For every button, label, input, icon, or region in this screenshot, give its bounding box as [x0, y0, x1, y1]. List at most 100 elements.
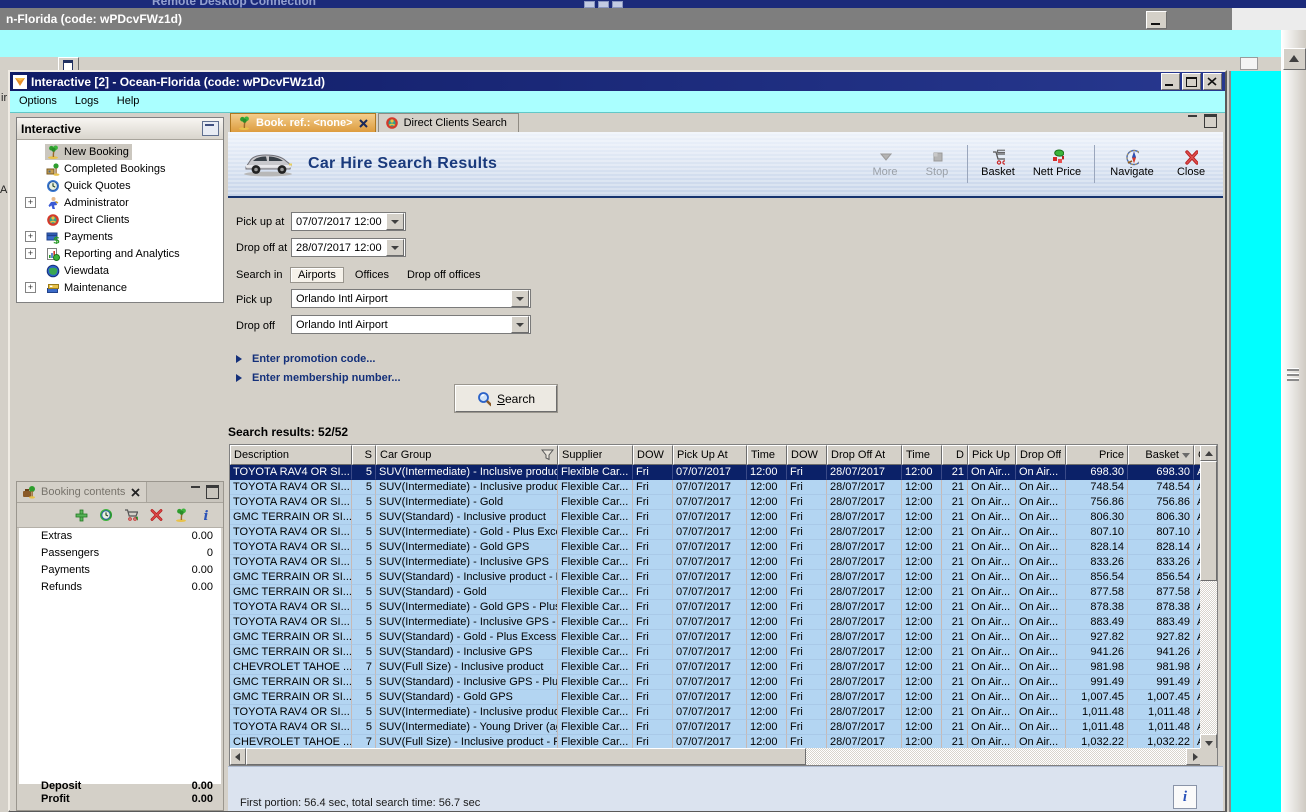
result-row[interactable]: GMC TERRAIN OR SI... 5 SUV(Standard) - Gol…	[230, 630, 1217, 645]
funnel-icon[interactable]	[540, 448, 554, 462]
close-panel-icon[interactable]	[130, 487, 141, 498]
expand-plus-icon[interactable]: +	[25, 231, 36, 242]
search-in-option-airports[interactable]: Airports	[290, 266, 344, 283]
chevron-down-icon[interactable]	[386, 213, 404, 230]
scroll-up-icon[interactable]	[1283, 48, 1306, 70]
sidebar-item-new-booking[interactable]: New Booking	[17, 143, 223, 160]
pickup-at-input[interactable]: 07/07/2017 12:00	[291, 212, 406, 231]
result-row[interactable]: TOYOTA RAV4 OR SI... 5 SUV(Intermediate) -…	[230, 720, 1217, 735]
search-button[interactable]: Search	[455, 385, 557, 412]
horizontal-scrollbar[interactable]	[230, 748, 1217, 765]
result-row[interactable]: GMC TERRAIN OR SI... 5 SUV(Standard) - Gol…	[230, 585, 1217, 600]
result-row[interactable]: TOYOTA RAV4 OR SI... 5 SUV(Intermediate) -…	[230, 615, 1217, 630]
tree-item-body[interactable]: $ Payments	[45, 229, 116, 245]
tree-item-body[interactable]: Quick Quotes	[45, 178, 134, 194]
outer-scrollbar[interactable]	[1281, 30, 1306, 812]
column-header-pick-up-at[interactable]: Pick Up At	[673, 445, 747, 465]
result-row[interactable]: TOYOTA RAV4 OR SI... 5 SUV(Intermediate) -…	[230, 705, 1217, 720]
column-header-pick-up[interactable]: Pick Up	[968, 445, 1016, 465]
result-row[interactable]: GMC TERRAIN OR SI... 5 SUV(Standard) - Inc…	[230, 510, 1217, 525]
palm-icon[interactable]	[174, 508, 188, 522]
booking-contents-tab[interactable]: Booking contents	[17, 482, 148, 502]
sidebar-item-payments[interactable]: + $ Payments	[17, 228, 223, 245]
panel-minimize-icon[interactable]	[190, 485, 202, 495]
booking-summary-row[interactable]: Refunds 0.00	[19, 579, 221, 596]
minimize-button[interactable]	[1161, 73, 1180, 90]
result-row[interactable]: TOYOTA RAV4 OR SI... 5 SUV(Intermediate) -…	[230, 555, 1217, 570]
sidebar-item-completed-bookings[interactable]: Completed Bookings	[17, 160, 223, 177]
add-icon[interactable]	[74, 508, 88, 522]
tab-book-ref-none[interactable]: Book. ref.: <none>	[230, 113, 376, 132]
quick-quote-icon[interactable]	[99, 508, 113, 522]
panel-maximize-icon[interactable]	[206, 485, 219, 499]
sidebar-item-reporting-and-analytics[interactable]: + Reporting and Analytics	[17, 245, 223, 262]
column-header-d[interactable]: D	[942, 445, 968, 465]
info-icon[interactable]: i	[199, 508, 213, 522]
column-header-s[interactable]: S	[352, 445, 376, 465]
result-row[interactable]: TOYOTA RAV4 OR SI... 5 SUV(Intermediate) -…	[230, 600, 1217, 615]
expand-plus-icon[interactable]: +	[25, 248, 36, 259]
basket-toolbar-button[interactable]: Basket	[972, 146, 1024, 182]
result-row[interactable]: TOYOTA RAV4 OR SI... 5 SUV(Intermediate) -…	[230, 465, 1217, 480]
promotion-code-expander[interactable]: Enter promotion code...	[236, 351, 375, 367]
collapse-panel-button[interactable]	[202, 121, 219, 136]
result-row[interactable]: CHEVROLET TAHOE ... 7 SUV(Full Size) - Inc…	[230, 660, 1217, 675]
column-header-basket[interactable]: Basket	[1128, 445, 1194, 465]
expand-plus-icon[interactable]: +	[25, 282, 36, 293]
sidebar-item-viewdata[interactable]: Viewdata	[17, 262, 223, 279]
navigate-toolbar-button[interactable]: Navigate	[1099, 146, 1165, 182]
background-minimize-button[interactable]	[1146, 11, 1167, 29]
close-toolbar-button[interactable]: Close	[1165, 146, 1217, 182]
column-header-drop-off-at[interactable]: Drop Off At	[827, 445, 902, 465]
column-header-time[interactable]: Time	[902, 445, 942, 465]
search-in-option-offices[interactable]: Offices	[348, 268, 396, 282]
expand-plus-icon[interactable]: +	[25, 197, 36, 208]
rdp-close-icon[interactable]	[612, 1, 623, 8]
sidebar-item-administrator[interactable]: + Administrator	[17, 194, 223, 211]
maximize-button[interactable]	[1182, 73, 1201, 90]
membership-number-expander[interactable]: Enter membership number...	[236, 370, 401, 386]
booking-summary-row[interactable]: Passengers 0	[19, 545, 221, 562]
column-header-dow[interactable]: DOW	[633, 445, 673, 465]
nett-price-toolbar-button[interactable]: Nett Price	[1024, 146, 1090, 182]
tree-item-body[interactable]: Maintenance	[45, 280, 130, 296]
tab-direct-clients-search[interactable]: Direct Clients Search	[377, 113, 519, 132]
rdp-minimize-icon[interactable]	[584, 1, 595, 8]
pickup-combo[interactable]: Orlando Intl Airport	[291, 289, 531, 308]
column-header-dow[interactable]: DOW	[787, 445, 827, 465]
tree-item-body[interactable]: Completed Bookings	[45, 161, 169, 177]
search-in-option-drop-off-offices[interactable]: Drop off offices	[400, 268, 488, 282]
column-header-time[interactable]: Time	[747, 445, 787, 465]
result-row[interactable]: TOYOTA RAV4 OR SI... 5 SUV(Intermediate) -…	[230, 480, 1217, 495]
info-button[interactable]: i	[1173, 785, 1197, 809]
result-row[interactable]: GMC TERRAIN OR SI... 5 SUV(Standard) - Inc…	[230, 675, 1217, 690]
result-row[interactable]: GMC TERRAIN OR SI... 5 SUV(Standard) - Inc…	[230, 570, 1217, 585]
column-header-car-group[interactable]: Car Group	[376, 445, 558, 465]
scroll-up-icon[interactable]	[1200, 445, 1217, 461]
tree-item-body[interactable]: Reporting and Analytics	[45, 246, 183, 262]
column-header-supplier[interactable]: Supplier	[558, 445, 633, 465]
column-header-price[interactable]: Price	[1066, 445, 1128, 465]
booking-summary-row[interactable]: Payments 0.00	[19, 562, 221, 579]
result-row[interactable]: TOYOTA RAV4 OR SI... 5 SUV(Intermediate) -…	[230, 540, 1217, 555]
booking-summary-row[interactable]: Extras 0.00	[19, 528, 221, 545]
basket-arrow-icon[interactable]	[124, 508, 138, 522]
dropoff-at-input[interactable]: 28/07/2017 12:00	[291, 238, 406, 257]
column-header-description[interactable]: Description	[230, 445, 352, 465]
tree-item-body[interactable]: Administrator	[45, 195, 132, 211]
tree-item-body[interactable]: New Booking	[45, 143, 132, 160]
close-button[interactable]	[1203, 73, 1222, 90]
chevron-down-icon[interactable]	[511, 290, 529, 307]
chevron-down-icon[interactable]	[511, 316, 529, 333]
result-row[interactable]: TOYOTA RAV4 OR SI... 5 SUV(Intermediate) -…	[230, 525, 1217, 540]
menu-logs[interactable]: Logs	[66, 91, 108, 112]
delete-icon[interactable]	[149, 508, 163, 522]
sidebar-item-quick-quotes[interactable]: Quick Quotes	[17, 177, 223, 194]
vertical-scrollbar[interactable]	[1200, 445, 1217, 750]
menu-options[interactable]: Options	[10, 91, 66, 112]
result-row[interactable]: TOYOTA RAV4 OR SI... 5 SUV(Intermediate) -…	[230, 495, 1217, 510]
result-row[interactable]: GMC TERRAIN OR SI... 5 SUV(Standard) - Gol…	[230, 690, 1217, 705]
minimize-pane-icon[interactable]	[1187, 114, 1199, 124]
scroll-left-icon[interactable]	[230, 748, 246, 765]
column-header-drop-off[interactable]: Drop Off	[1016, 445, 1066, 465]
